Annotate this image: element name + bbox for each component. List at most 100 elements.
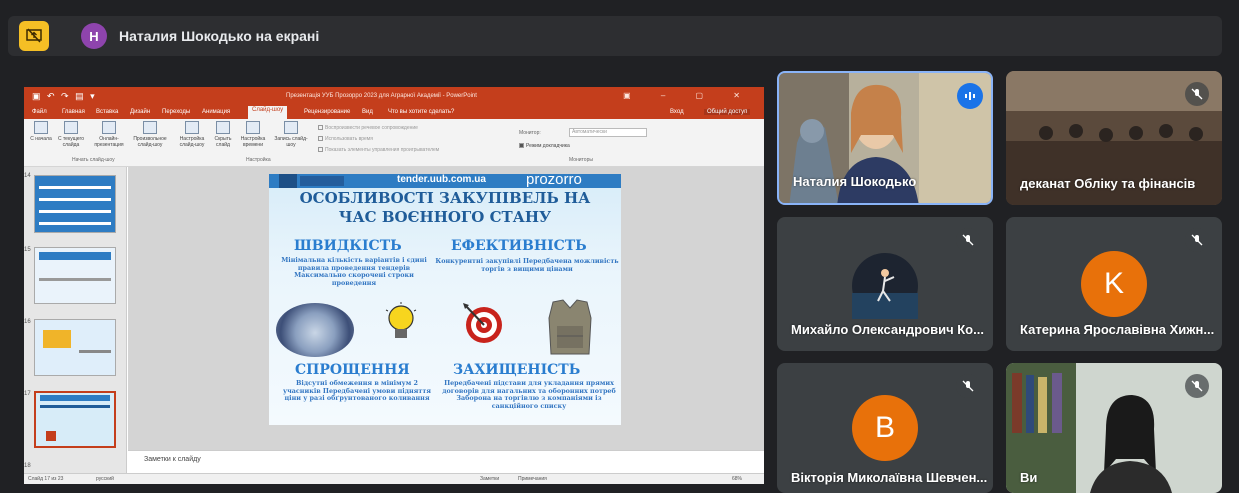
participant-tile[interactable]: B Вікторія Миколаївна Шевчен... bbox=[777, 363, 993, 493]
from-current-button[interactable]: С текущего слайда bbox=[54, 121, 88, 148]
presenter-avatar: Н bbox=[81, 23, 107, 49]
participant-avatar-photo bbox=[852, 253, 918, 319]
hide-slide-button[interactable]: Скрыть слайд bbox=[212, 121, 234, 148]
custom-show-button[interactable]: Произвольное слайд-шоу bbox=[130, 121, 170, 148]
participant-name: Катерина Ярославівна Хижн... bbox=[1020, 322, 1215, 337]
language-indicator[interactable]: русский bbox=[96, 476, 114, 482]
zoom-level[interactable]: 68% bbox=[732, 476, 742, 482]
participant-avatar: B bbox=[852, 395, 918, 461]
notes-pane[interactable]: Заметки к слайду bbox=[128, 450, 764, 473]
ppt-window-caption: Презентація УУБ Прозорро 2023 для Аграрн… bbox=[286, 93, 477, 99]
slide-header-bar: tender.uub.com.ua prozorro bbox=[269, 174, 621, 188]
ppt-status-bar: Слайд 17 из 23 русский Заметки Примечани… bbox=[24, 473, 764, 484]
signin-link[interactable]: Вход bbox=[670, 109, 684, 115]
tab-file[interactable]: Файл bbox=[32, 109, 47, 115]
notes-toggle[interactable]: Заметки bbox=[480, 476, 499, 482]
speaking-indicator-icon bbox=[957, 83, 983, 109]
thumb-number: 16 bbox=[24, 319, 31, 325]
slide-thumbnail[interactable] bbox=[34, 175, 116, 233]
option-media-controls[interactable]: Показать элементы управления проигрывате… bbox=[318, 147, 439, 153]
tab-transitions[interactable]: Переходы bbox=[162, 109, 190, 115]
window-controls[interactable]: ▣ – ▢ ✕ bbox=[623, 91, 754, 100]
participant-tile[interactable]: K Катерина Ярославівна Хижн... bbox=[1006, 217, 1222, 351]
presenter-label: Наталия Шокодько на екрані bbox=[119, 28, 320, 44]
slide-thumbnail[interactable] bbox=[34, 247, 116, 304]
option-narration[interactable]: Воспроизвести речевое сопровождение bbox=[318, 125, 418, 131]
present-to-all-off-icon[interactable] bbox=[19, 21, 49, 51]
text-efficiency: Конкурентні закупівлі Передбачена можлив… bbox=[435, 257, 619, 273]
slide-url: tender.uub.com.ua bbox=[397, 174, 486, 185]
heading-protection: ЗАХИЩЕНІСТЬ bbox=[453, 362, 581, 378]
mic-off-icon bbox=[1185, 374, 1209, 398]
from-beginning-button[interactable]: С начала bbox=[28, 121, 54, 142]
comments-toggle[interactable]: Примечания bbox=[518, 476, 547, 482]
slide-thumbnail-selected[interactable] bbox=[34, 391, 116, 448]
participant-name: Ви bbox=[1020, 470, 1038, 485]
ribbon: С начала С текущего слайда Онлайн-презен… bbox=[24, 119, 764, 167]
lightbulb-image bbox=[385, 302, 417, 338]
slide-title-line2: ЧАС ВОЄННОГО СТАНУ bbox=[338, 208, 552, 226]
tab-animations[interactable]: Анимация bbox=[202, 109, 230, 115]
group-start-label: Начать слайд-шоу bbox=[72, 157, 115, 163]
presenter-view-option[interactable]: Режим докладчика bbox=[519, 143, 570, 149]
mic-off-icon bbox=[1185, 82, 1209, 106]
option-timings[interactable]: Использовать время bbox=[318, 136, 373, 142]
slide-thumbnail[interactable] bbox=[34, 319, 116, 376]
meet-window: Н Наталия Шокодько на екрані ▣ ↶ ↷ ▤ ▾ П… bbox=[0, 0, 1239, 493]
prozorro-logo: prozorro bbox=[526, 174, 582, 188]
rehearse-timings-button[interactable]: Настройка времени bbox=[236, 121, 270, 148]
text-simplification: Відсутні обмеження в мінімум 2 учасників… bbox=[282, 379, 431, 402]
record-show-button[interactable]: Запись слайд-шоу bbox=[272, 121, 310, 148]
heading-speed: ШВИДКІСТЬ bbox=[294, 238, 402, 254]
setup-show-button[interactable]: Настройка слайд-шоу bbox=[174, 121, 210, 148]
quick-access-toolbar[interactable]: ▣ ↶ ↷ ▤ ▾ bbox=[32, 91, 97, 102]
participant-name: Михайло Олександрович Ко... bbox=[791, 322, 984, 337]
text-speed: Мінімальна кількість варіантів і єдині п… bbox=[281, 256, 427, 287]
thumb-number: 15 bbox=[24, 247, 31, 253]
heading-efficiency: ЕФЕКТИВНІСТЬ bbox=[451, 238, 587, 254]
tab-slideshow[interactable]: Слайд-шоу bbox=[248, 106, 288, 119]
participant-tile[interactable]: деканат Обліку та фінансів bbox=[1006, 71, 1222, 205]
mic-off-icon bbox=[956, 374, 980, 398]
tell-me-search[interactable]: Что вы хотите сделать? bbox=[388, 109, 454, 115]
tab-view[interactable]: Вид bbox=[362, 109, 373, 115]
shared-screen: ▣ ↶ ↷ ▤ ▾ Презентація УУБ Прозорро 2023 … bbox=[24, 87, 764, 484]
mic-off-icon bbox=[1185, 228, 1209, 252]
group-monitors-label: Мониторы bbox=[569, 157, 593, 163]
monitor-select[interactable]: Автоматически bbox=[569, 128, 647, 137]
tab-design[interactable]: Дизайн bbox=[130, 109, 150, 115]
tab-insert[interactable]: Вставка bbox=[96, 109, 118, 115]
participant-avatar: K bbox=[1081, 251, 1147, 317]
target-dart-image bbox=[463, 303, 502, 343]
participant-tile[interactable]: Наталия Шокодько bbox=[777, 71, 993, 205]
participant-tile[interactable]: Михайло Олександрович Ко... bbox=[777, 217, 993, 351]
participant-tile-self[interactable]: Ви bbox=[1006, 363, 1222, 493]
tab-home[interactable]: Главная bbox=[62, 109, 85, 115]
current-slide[interactable]: tender.uub.com.ua prozorro ОСОБЛИВОСТІ З… bbox=[269, 174, 621, 425]
slide-counter: Слайд 17 из 23 bbox=[28, 476, 64, 482]
body-armor-image bbox=[548, 299, 592, 355]
ppt-titlebar: ▣ ↶ ↷ ▤ ▾ Презентація УУБ Прозорро 2023 … bbox=[24, 87, 764, 106]
group-setup-label: Настройка bbox=[246, 157, 271, 163]
participant-name: Вікторія Миколаївна Шевчен... bbox=[791, 470, 988, 485]
presentation-banner: Н Наталия Шокодько на екрані bbox=[8, 16, 1222, 56]
text-protection: Передбачені підстави для укладання прями… bbox=[442, 379, 616, 410]
uub-logo-text bbox=[300, 176, 344, 186]
participant-name: Наталия Шокодько bbox=[793, 174, 917, 189]
slide-thumbnails-pane: 14 15 16 17 18 bbox=[24, 167, 127, 473]
monitor-label: Монитор: bbox=[519, 130, 541, 136]
thumb-number: 18 bbox=[24, 463, 31, 469]
mic-off-icon bbox=[956, 228, 980, 252]
ppt-ribbon-tabs: Файл Главная Вставка Дизайн Переходы Ани… bbox=[24, 106, 764, 119]
thumb-number: 14 bbox=[24, 173, 31, 179]
uub-logo-icon bbox=[279, 174, 297, 188]
thumb-number: 17 bbox=[24, 391, 31, 397]
pocket-watch-image bbox=[276, 303, 354, 357]
participant-name: деканат Обліку та фінансів bbox=[1020, 176, 1196, 191]
slide-editor: tender.uub.com.ua prozorro ОСОБЛИВОСТІ З… bbox=[128, 167, 764, 450]
online-present-button[interactable]: Онлайн-презентация bbox=[90, 121, 128, 148]
heading-simplification: СПРОЩЕННЯ bbox=[295, 362, 410, 378]
share-button[interactable]: Общий доступ bbox=[704, 109, 751, 115]
slide-title-line1: ОСОБЛИВОСТІ ЗАКУПІВЕЛЬ НА bbox=[299, 189, 591, 207]
tab-review[interactable]: Рецензирование bbox=[304, 109, 350, 115]
